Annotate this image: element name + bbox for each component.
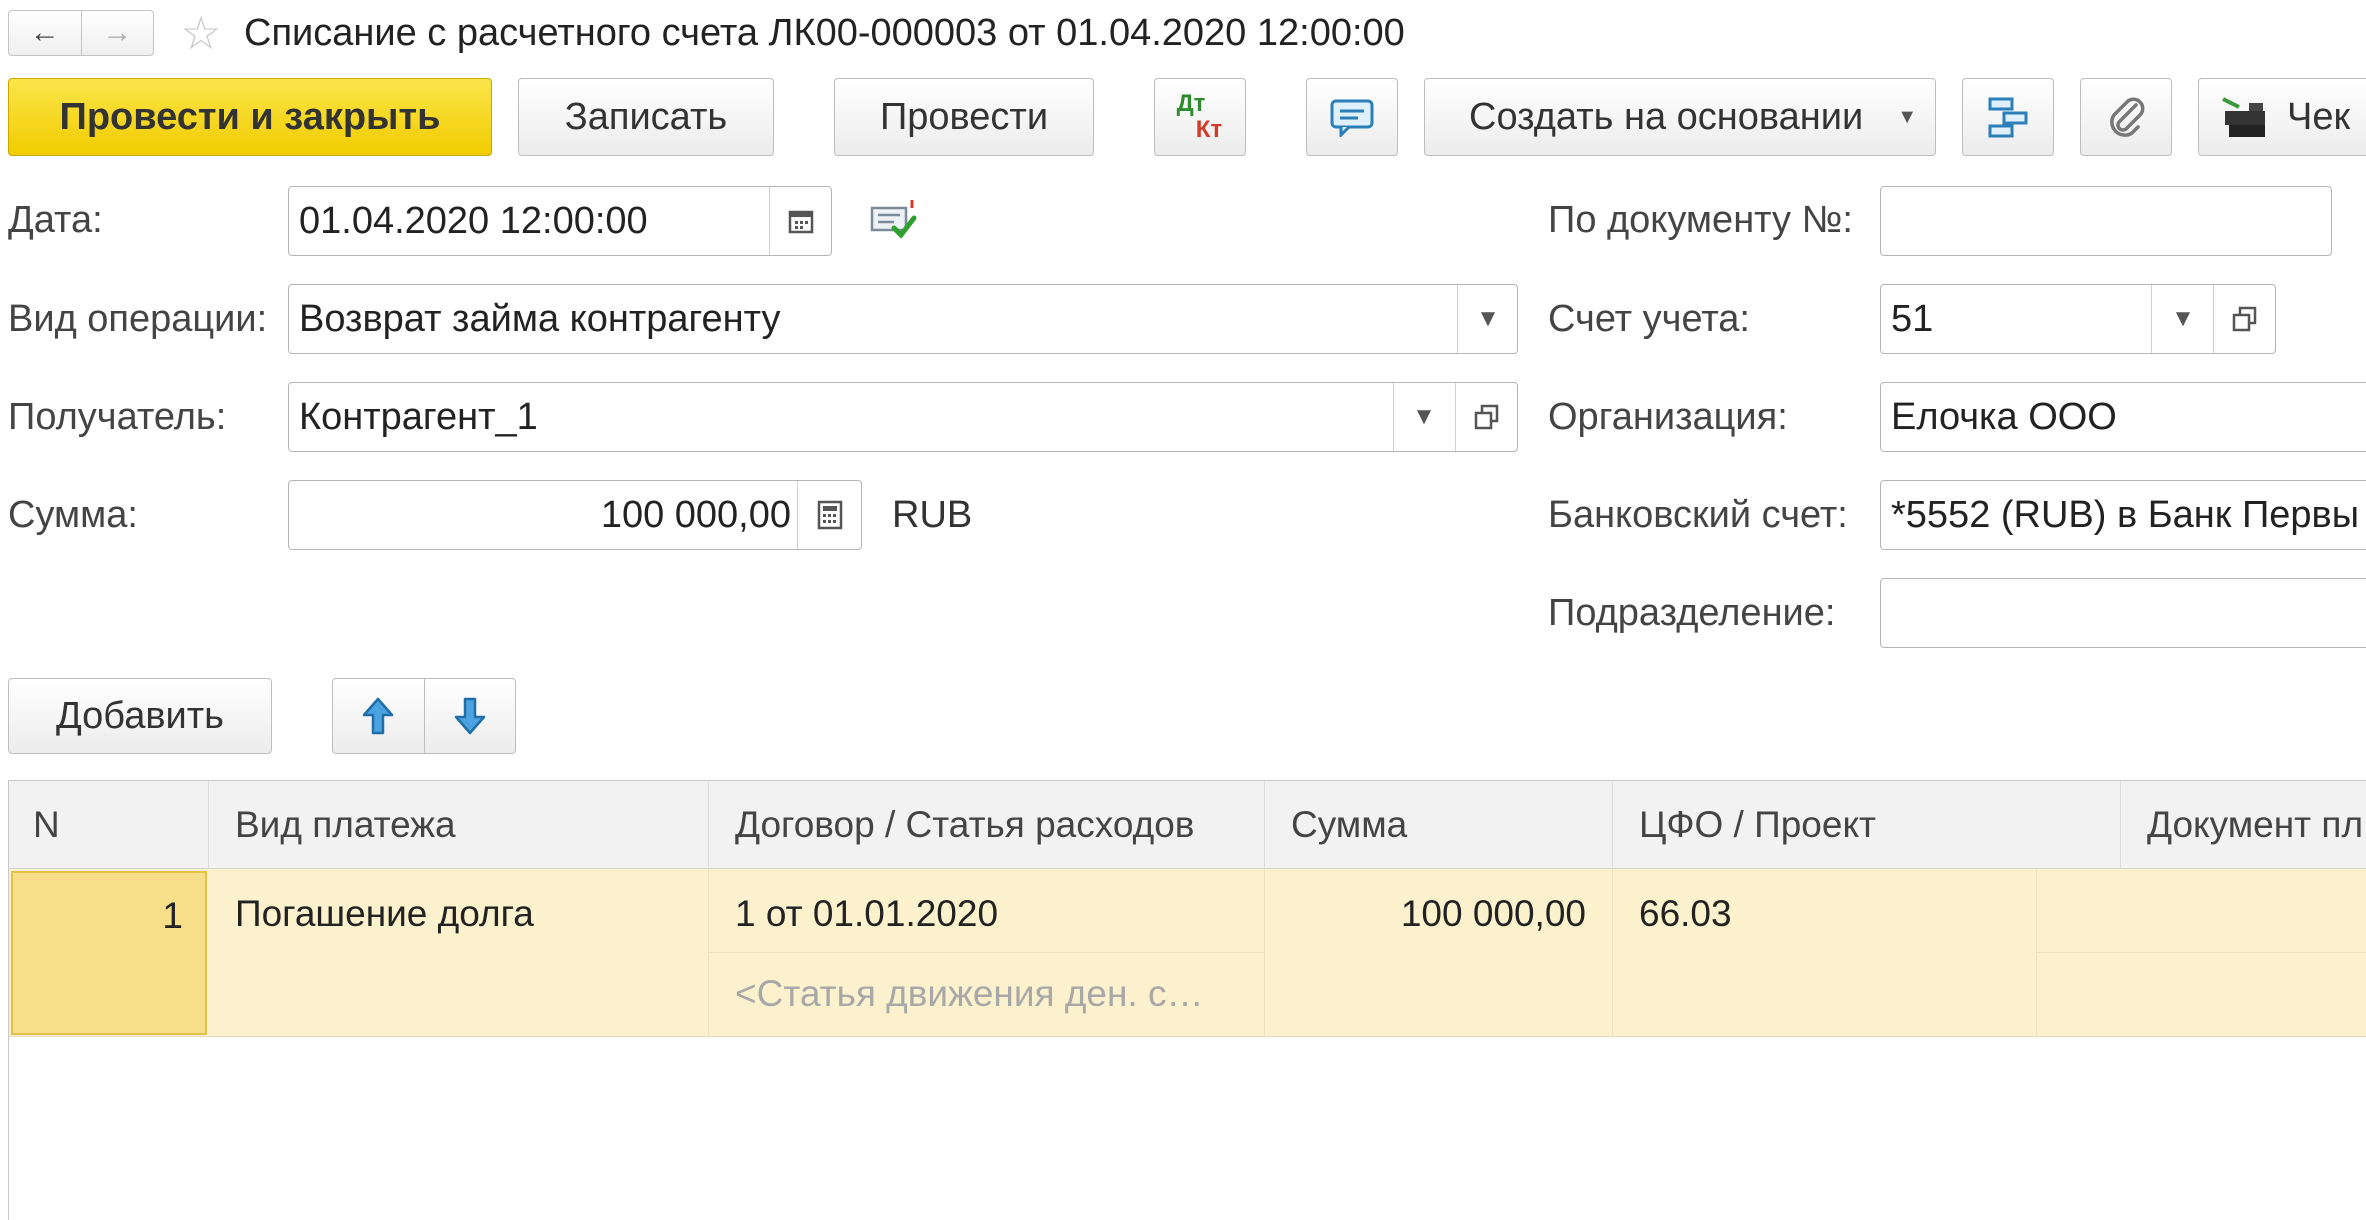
create-based-on-button[interactable]: Создать на основании ▼ <box>1424 78 1936 156</box>
amount-label: Сумма: <box>8 494 138 536</box>
page-title: Списание с расчетного счета ЛК00-000003 … <box>244 12 1405 54</box>
calculator-icon[interactable] <box>799 481 861 549</box>
post-and-close-button[interactable]: Провести и закрыть <box>8 78 492 156</box>
attach-button[interactable] <box>2080 78 2172 156</box>
organization-label: Организация: <box>1548 396 1788 438</box>
forward-arrow-icon[interactable]: → <box>82 11 154 55</box>
column-header-n[interactable]: N <box>9 781 209 869</box>
bank-account-field[interactable]: *5552 (RUB) в Банк Первы <box>1880 480 2366 550</box>
cell-contract[interactable]: 1 от 01.01.2020 <box>709 869 1265 953</box>
comment-button[interactable] <box>1306 78 1398 156</box>
check-button[interactable]: Чек <box>2198 78 2366 156</box>
cell-amount[interactable]: 100 000,00 <box>1265 869 1613 1037</box>
calendar-icon[interactable] <box>771 187 831 255</box>
post-button[interactable]: Провести <box>834 78 1094 156</box>
open-icon[interactable] <box>2215 285 2275 353</box>
back-arrow-icon[interactable]: ← <box>9 11 82 55</box>
column-header-payment-type[interactable]: Вид платежа <box>209 781 709 869</box>
open-icon[interactable] <box>1457 383 1517 451</box>
add-row-button[interactable]: Добавить <box>8 678 272 754</box>
date-label: Дата: <box>8 199 103 241</box>
chevron-down-icon[interactable]: ▼ <box>2153 285 2213 353</box>
doc-number-label: По документу №: <box>1548 199 1853 241</box>
date-field[interactable]: 01.04.2020 12:00:00 <box>288 186 832 256</box>
save-button[interactable]: Записать <box>518 78 774 156</box>
structure-button[interactable] <box>1962 78 2054 156</box>
organization-field[interactable]: Елочка ООО <box>1880 382 2366 452</box>
payments-table: N Вид платежа Договор / Статья расходов … <box>8 780 2366 1220</box>
recipient-label: Получатель: <box>8 396 227 438</box>
dropdown-arrow-icon: ▼ <box>1897 105 1917 128</box>
dt-kt-icon: Дт Кт <box>1176 90 1223 143</box>
account-field[interactable]: 51 ▼ <box>1880 284 2276 354</box>
currency-label: RUB <box>892 494 973 536</box>
nav-buttons: ← → <box>8 10 154 56</box>
paperclip-icon <box>2110 97 2145 137</box>
move-down-button[interactable] <box>425 679 516 753</box>
division-field[interactable] <box>1880 578 2366 648</box>
chevron-down-icon[interactable]: ▼ <box>1395 383 1453 451</box>
cell-expense-item[interactable]: <Статья движения ден. с… <box>709 953 1265 1037</box>
division-label: Подразделение: <box>1548 592 1836 634</box>
dt-kt-button[interactable]: Дт Кт <box>1154 78 1246 156</box>
column-header-amount[interactable]: Сумма <box>1265 781 1613 869</box>
recipient-field[interactable]: Контрагент_1 ▼ <box>288 382 1518 452</box>
table-header: N Вид платежа Договор / Статья расходов … <box>9 781 2366 869</box>
table-row[interactable]: 1 Погашение долга 1 от 01.01.2020 <Стать… <box>9 869 2366 1037</box>
account-label: Счет учета: <box>1548 298 1750 340</box>
document-status-icon <box>870 198 918 246</box>
cash-register-icon <box>2222 97 2265 137</box>
arrow-down-icon <box>454 697 485 735</box>
chevron-down-icon[interactable]: ▼ <box>1459 285 1517 353</box>
column-header-cfo[interactable]: ЦФО / Проект <box>1613 781 2121 869</box>
cell-cfo[interactable]: 66.03 <box>1613 869 2037 1037</box>
structure-icon <box>1988 97 2028 138</box>
column-header-document[interactable]: Документ пл <box>2121 781 2366 869</box>
cell-document[interactable] <box>2037 869 2366 953</box>
operation-type-label: Вид операции: <box>8 298 268 340</box>
arrow-up-icon <box>363 697 394 735</box>
move-buttons <box>332 678 516 754</box>
column-header-contract[interactable]: Договор / Статья расходов <box>709 781 1265 869</box>
cell-payment-type[interactable]: Погашение долга <box>209 869 709 1037</box>
amount-field[interactable]: 100 000,00 <box>288 480 862 550</box>
comment-icon <box>1330 99 1374 137</box>
doc-number-field[interactable] <box>1880 186 2332 256</box>
operation-type-select[interactable]: Возврат займа контрагенту ▼ <box>288 284 1518 354</box>
bank-account-label: Банковский счет: <box>1548 494 1848 536</box>
favorite-star-icon[interactable]: ☆ <box>176 8 226 58</box>
cell-n[interactable]: 1 <box>11 871 207 1035</box>
move-up-button[interactable] <box>333 679 425 753</box>
